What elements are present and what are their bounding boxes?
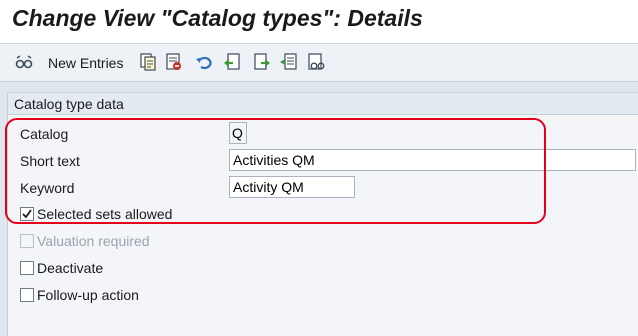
valuation-required-checkbox — [20, 234, 34, 248]
delete-icon[interactable] — [164, 52, 184, 72]
checkmark-icon — [22, 209, 32, 219]
glasses-icon[interactable] — [14, 52, 34, 72]
short-text-label: Short text — [20, 153, 80, 169]
valuation-required-label: Valuation required — [37, 233, 150, 249]
deactivate-checkbox[interactable] — [20, 261, 34, 275]
selected-sets-checkbox[interactable] — [20, 207, 34, 221]
display-icon[interactable] — [306, 52, 326, 72]
panel-title: Catalog type data — [14, 96, 124, 112]
select-all-icon[interactable] — [279, 52, 299, 72]
deactivate-label: Deactivate — [37, 260, 104, 276]
previous-entry-icon[interactable] — [222, 52, 242, 72]
undo-icon[interactable] — [194, 52, 214, 72]
next-entry-icon[interactable] — [252, 52, 272, 72]
page-title: Change View "Catalog types": Details — [12, 5, 423, 31]
catalog-type-data-panel: Catalog type data Catalog Q Short text A… — [7, 92, 638, 336]
copy-icon[interactable] — [138, 52, 158, 72]
keyword-field[interactable]: Activity QM — [229, 176, 355, 198]
selected-sets-label: Selected sets allowed — [37, 206, 173, 222]
catalog-label: Catalog — [20, 126, 69, 142]
short-text-field[interactable]: Activities QM — [229, 149, 636, 171]
new-entries-label: New Entries — [48, 55, 124, 71]
follow-up-checkbox[interactable] — [20, 288, 34, 302]
catalog-field[interactable]: Q — [229, 122, 247, 144]
toolbar: New Entries — [0, 43, 638, 82]
new-entries-button[interactable]: New Entries — [48, 53, 123, 73]
keyword-label: Keyword — [20, 180, 75, 196]
title-bar: Change View "Catalog types": Details — [0, 0, 638, 43]
follow-up-label: Follow-up action — [37, 287, 139, 303]
panel-header: Catalog type data — [8, 93, 638, 115]
